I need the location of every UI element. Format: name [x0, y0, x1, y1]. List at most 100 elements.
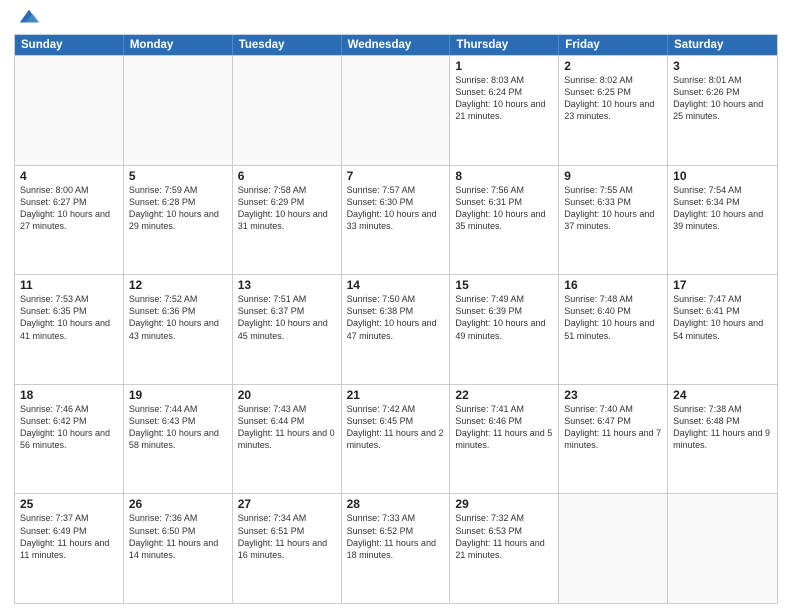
- day-info: Sunrise: 7:49 AM Sunset: 6:39 PM Dayligh…: [455, 293, 553, 342]
- calendar-cell: [559, 494, 668, 603]
- day-info: Sunrise: 7:53 AM Sunset: 6:35 PM Dayligh…: [20, 293, 118, 342]
- day-number: 14: [347, 278, 445, 292]
- day-number: 5: [129, 169, 227, 183]
- header-day-saturday: Saturday: [668, 35, 777, 55]
- day-number: 21: [347, 388, 445, 402]
- day-info: Sunrise: 8:03 AM Sunset: 6:24 PM Dayligh…: [455, 74, 553, 123]
- calendar-cell: 1Sunrise: 8:03 AM Sunset: 6:24 PM Daylig…: [450, 56, 559, 165]
- calendar-cell: 9Sunrise: 7:55 AM Sunset: 6:33 PM Daylig…: [559, 166, 668, 275]
- day-number: 8: [455, 169, 553, 183]
- calendar-page: SundayMondayTuesdayWednesdayThursdayFrid…: [0, 0, 792, 612]
- day-info: Sunrise: 7:56 AM Sunset: 6:31 PM Dayligh…: [455, 184, 553, 233]
- calendar-cell: 13Sunrise: 7:51 AM Sunset: 6:37 PM Dayli…: [233, 275, 342, 384]
- calendar-cell: 4Sunrise: 8:00 AM Sunset: 6:27 PM Daylig…: [15, 166, 124, 275]
- calendar-cell: [233, 56, 342, 165]
- calendar-cell: [124, 56, 233, 165]
- day-info: Sunrise: 7:48 AM Sunset: 6:40 PM Dayligh…: [564, 293, 662, 342]
- day-number: 4: [20, 169, 118, 183]
- day-number: 2: [564, 59, 662, 73]
- calendar-cell: 17Sunrise: 7:47 AM Sunset: 6:41 PM Dayli…: [668, 275, 777, 384]
- day-info: Sunrise: 7:58 AM Sunset: 6:29 PM Dayligh…: [238, 184, 336, 233]
- calendar-cell: 14Sunrise: 7:50 AM Sunset: 6:38 PM Dayli…: [342, 275, 451, 384]
- day-info: Sunrise: 7:52 AM Sunset: 6:36 PM Dayligh…: [129, 293, 227, 342]
- day-info: Sunrise: 7:46 AM Sunset: 6:42 PM Dayligh…: [20, 403, 118, 452]
- header-day-thursday: Thursday: [450, 35, 559, 55]
- calendar-cell: 27Sunrise: 7:34 AM Sunset: 6:51 PM Dayli…: [233, 494, 342, 603]
- calendar-week-5: 25Sunrise: 7:37 AM Sunset: 6:49 PM Dayli…: [15, 493, 777, 603]
- day-number: 1: [455, 59, 553, 73]
- calendar-cell: 7Sunrise: 7:57 AM Sunset: 6:30 PM Daylig…: [342, 166, 451, 275]
- calendar-cell: 25Sunrise: 7:37 AM Sunset: 6:49 PM Dayli…: [15, 494, 124, 603]
- calendar-cell: 15Sunrise: 7:49 AM Sunset: 6:39 PM Dayli…: [450, 275, 559, 384]
- calendar-cell: 23Sunrise: 7:40 AM Sunset: 6:47 PM Dayli…: [559, 385, 668, 494]
- calendar-week-4: 18Sunrise: 7:46 AM Sunset: 6:42 PM Dayli…: [15, 384, 777, 494]
- calendar-cell: 6Sunrise: 7:58 AM Sunset: 6:29 PM Daylig…: [233, 166, 342, 275]
- day-info: Sunrise: 7:55 AM Sunset: 6:33 PM Dayligh…: [564, 184, 662, 233]
- day-number: 24: [673, 388, 772, 402]
- day-info: Sunrise: 7:32 AM Sunset: 6:53 PM Dayligh…: [455, 512, 553, 561]
- day-info: Sunrise: 8:02 AM Sunset: 6:25 PM Dayligh…: [564, 74, 662, 123]
- calendar-cell: 11Sunrise: 7:53 AM Sunset: 6:35 PM Dayli…: [15, 275, 124, 384]
- header-day-sunday: Sunday: [15, 35, 124, 55]
- day-info: Sunrise: 7:59 AM Sunset: 6:28 PM Dayligh…: [129, 184, 227, 233]
- day-info: Sunrise: 7:43 AM Sunset: 6:44 PM Dayligh…: [238, 403, 336, 452]
- day-info: Sunrise: 7:44 AM Sunset: 6:43 PM Dayligh…: [129, 403, 227, 452]
- calendar-cell: 20Sunrise: 7:43 AM Sunset: 6:44 PM Dayli…: [233, 385, 342, 494]
- day-info: Sunrise: 8:00 AM Sunset: 6:27 PM Dayligh…: [20, 184, 118, 233]
- header-day-wednesday: Wednesday: [342, 35, 451, 55]
- calendar-cell: 12Sunrise: 7:52 AM Sunset: 6:36 PM Dayli…: [124, 275, 233, 384]
- day-number: 18: [20, 388, 118, 402]
- day-number: 15: [455, 278, 553, 292]
- day-number: 27: [238, 497, 336, 511]
- day-number: 29: [455, 497, 553, 511]
- day-info: Sunrise: 7:47 AM Sunset: 6:41 PM Dayligh…: [673, 293, 772, 342]
- calendar-cell: 21Sunrise: 7:42 AM Sunset: 6:45 PM Dayli…: [342, 385, 451, 494]
- header-day-tuesday: Tuesday: [233, 35, 342, 55]
- header-day-monday: Monday: [124, 35, 233, 55]
- day-number: 28: [347, 497, 445, 511]
- day-info: Sunrise: 7:33 AM Sunset: 6:52 PM Dayligh…: [347, 512, 445, 561]
- day-info: Sunrise: 7:36 AM Sunset: 6:50 PM Dayligh…: [129, 512, 227, 561]
- calendar-cell: 18Sunrise: 7:46 AM Sunset: 6:42 PM Dayli…: [15, 385, 124, 494]
- day-number: 20: [238, 388, 336, 402]
- calendar-cell: 10Sunrise: 7:54 AM Sunset: 6:34 PM Dayli…: [668, 166, 777, 275]
- calendar-cell: 26Sunrise: 7:36 AM Sunset: 6:50 PM Dayli…: [124, 494, 233, 603]
- calendar-cell: 16Sunrise: 7:48 AM Sunset: 6:40 PM Dayli…: [559, 275, 668, 384]
- calendar-cell: [668, 494, 777, 603]
- day-info: Sunrise: 7:40 AM Sunset: 6:47 PM Dayligh…: [564, 403, 662, 452]
- day-info: Sunrise: 7:34 AM Sunset: 6:51 PM Dayligh…: [238, 512, 336, 561]
- page-header: [14, 10, 778, 28]
- calendar-cell: 5Sunrise: 7:59 AM Sunset: 6:28 PM Daylig…: [124, 166, 233, 275]
- day-number: 17: [673, 278, 772, 292]
- day-number: 7: [347, 169, 445, 183]
- calendar-cell: 22Sunrise: 7:41 AM Sunset: 6:46 PM Dayli…: [450, 385, 559, 494]
- day-number: 3: [673, 59, 772, 73]
- calendar-week-1: 1Sunrise: 8:03 AM Sunset: 6:24 PM Daylig…: [15, 55, 777, 165]
- day-number: 13: [238, 278, 336, 292]
- day-number: 12: [129, 278, 227, 292]
- calendar-cell: [342, 56, 451, 165]
- calendar-cell: 3Sunrise: 8:01 AM Sunset: 6:26 PM Daylig…: [668, 56, 777, 165]
- day-info: Sunrise: 7:51 AM Sunset: 6:37 PM Dayligh…: [238, 293, 336, 342]
- calendar-cell: [15, 56, 124, 165]
- logo-icon: [18, 6, 40, 28]
- day-info: Sunrise: 7:50 AM Sunset: 6:38 PM Dayligh…: [347, 293, 445, 342]
- day-number: 16: [564, 278, 662, 292]
- day-number: 9: [564, 169, 662, 183]
- calendar-cell: 8Sunrise: 7:56 AM Sunset: 6:31 PM Daylig…: [450, 166, 559, 275]
- logo: [14, 10, 40, 28]
- calendar: SundayMondayTuesdayWednesdayThursdayFrid…: [14, 34, 778, 604]
- calendar-week-2: 4Sunrise: 8:00 AM Sunset: 6:27 PM Daylig…: [15, 165, 777, 275]
- day-number: 26: [129, 497, 227, 511]
- calendar-body: 1Sunrise: 8:03 AM Sunset: 6:24 PM Daylig…: [15, 55, 777, 603]
- day-info: Sunrise: 7:54 AM Sunset: 6:34 PM Dayligh…: [673, 184, 772, 233]
- day-number: 25: [20, 497, 118, 511]
- calendar-cell: 19Sunrise: 7:44 AM Sunset: 6:43 PM Dayli…: [124, 385, 233, 494]
- day-info: Sunrise: 7:42 AM Sunset: 6:45 PM Dayligh…: [347, 403, 445, 452]
- day-number: 22: [455, 388, 553, 402]
- day-number: 6: [238, 169, 336, 183]
- day-number: 19: [129, 388, 227, 402]
- calendar-header: SundayMondayTuesdayWednesdayThursdayFrid…: [15, 35, 777, 55]
- day-number: 23: [564, 388, 662, 402]
- day-info: Sunrise: 8:01 AM Sunset: 6:26 PM Dayligh…: [673, 74, 772, 123]
